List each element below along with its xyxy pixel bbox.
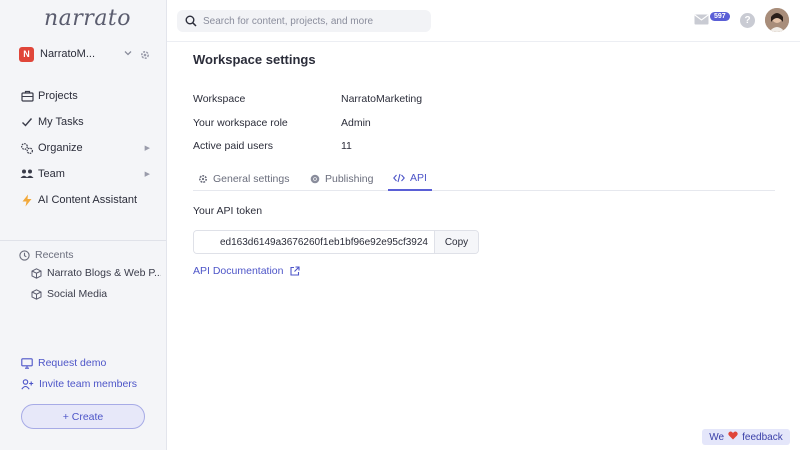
sidebar-item-label: Projects xyxy=(38,90,78,102)
heart-icon xyxy=(728,431,738,443)
gear-icon xyxy=(198,174,208,184)
info-key: Workspace xyxy=(193,93,246,105)
monitor-icon xyxy=(21,357,33,369)
info-row-role: Your workspace role Admin xyxy=(193,117,371,129)
info-row-workspace: Workspace NarratoMarketing xyxy=(193,93,422,105)
clock-icon xyxy=(19,249,30,261)
info-key: Your workspace role xyxy=(193,117,288,129)
external-link-icon xyxy=(290,266,301,276)
avatar[interactable] xyxy=(765,8,789,32)
info-value: NarratoMarketing xyxy=(341,93,423,105)
user-plus-icon xyxy=(21,378,34,390)
api-token-field: Copy xyxy=(193,230,479,254)
info-key: Active paid users xyxy=(193,140,273,152)
bolt-icon xyxy=(20,193,34,207)
mail-icon[interactable] xyxy=(694,14,709,25)
invite-team-link[interactable]: Invite team members xyxy=(21,378,137,390)
api-documentation-link[interactable]: API Documentation xyxy=(193,265,301,277)
topbar: 597 ? xyxy=(167,0,800,42)
search-icon xyxy=(185,15,197,27)
create-button[interactable]: + Create xyxy=(21,404,145,429)
workspace-badge: N xyxy=(19,46,34,62)
workspace-switcher[interactable]: N NarratoM... xyxy=(19,45,151,63)
cube-icon xyxy=(31,267,42,279)
recent-item-label: Social Media xyxy=(47,288,108,300)
gear-icon[interactable] xyxy=(139,48,151,60)
copy-button[interactable]: Copy xyxy=(434,231,478,253)
recents-title: Recents xyxy=(35,249,74,261)
api-documentation-label: API Documentation xyxy=(193,265,284,277)
sidebar: narrato N NarratoM... Projects My Tasks xyxy=(0,0,167,450)
team-icon xyxy=(20,167,34,181)
tab-publishing[interactable]: Publishing xyxy=(310,166,373,191)
code-icon xyxy=(393,173,405,183)
tab-label: API xyxy=(410,171,427,184)
sidebar-item-label: AI Content Assistant xyxy=(38,194,138,206)
help-icon[interactable]: ? xyxy=(740,13,755,28)
sidebar-item-ai-content-assistant[interactable]: AI Content Assistant xyxy=(20,187,160,213)
sidebar-item-organize[interactable]: Organize ▶ xyxy=(20,135,160,161)
feedback-suffix: feedback xyxy=(742,431,783,443)
tab-label: Publishing xyxy=(325,172,374,185)
cogs-icon xyxy=(20,141,34,155)
invite-team-label: Invite team members xyxy=(39,378,138,390)
recent-item-label: Narrato Blogs & Web P... xyxy=(47,267,161,279)
request-demo-label: Request demo xyxy=(38,357,107,369)
recent-item[interactable]: Social Media xyxy=(31,288,161,300)
page-title: Workspace settings xyxy=(193,52,316,67)
feedback-button[interactable]: We feedback xyxy=(702,429,790,445)
recent-item[interactable]: Narrato Blogs & Web P... xyxy=(31,267,161,279)
search-input[interactable] xyxy=(203,15,423,27)
sidebar-item-team[interactable]: Team ▶ xyxy=(20,161,160,187)
check-icon xyxy=(20,115,34,129)
app-logo[interactable]: narrato xyxy=(44,6,131,31)
info-value: 11 xyxy=(341,140,352,152)
info-value: Admin xyxy=(341,117,371,129)
sidebar-nav: Projects My Tasks Organize ▶ Team ▶ AI C… xyxy=(20,83,160,213)
caret-right-icon: ▶ xyxy=(144,145,150,152)
request-demo-link[interactable]: Request demo xyxy=(21,357,106,369)
sidebar-divider xyxy=(0,240,166,241)
recents-heading: Recents xyxy=(19,249,74,261)
briefcase-icon xyxy=(20,89,34,103)
settings-tabs: General settings Publishing API xyxy=(193,166,775,191)
feedback-prefix: We xyxy=(709,431,725,443)
api-token-label: Your API token xyxy=(193,205,263,217)
sidebar-item-my-tasks[interactable]: My Tasks xyxy=(20,109,160,135)
workspace-name: NarratoM... xyxy=(40,48,96,60)
chrome-icon xyxy=(310,174,320,184)
sidebar-item-projects[interactable]: Projects xyxy=(20,83,160,109)
api-token-input[interactable] xyxy=(194,231,434,253)
cube-icon xyxy=(31,288,42,300)
search-bar[interactable] xyxy=(177,10,431,32)
caret-right-icon: ▶ xyxy=(144,171,150,178)
tab-api[interactable]: API xyxy=(388,166,432,191)
info-row-paid-users: Active paid users 11 xyxy=(193,140,352,152)
tab-label: General settings xyxy=(213,172,290,185)
mail-count-badge: 597 xyxy=(710,12,730,21)
sidebar-item-label: Team xyxy=(38,168,65,180)
sidebar-item-label: Organize xyxy=(38,142,83,154)
chevron-down-icon[interactable] xyxy=(123,48,133,61)
sidebar-item-label: My Tasks xyxy=(38,116,84,128)
tab-general-settings[interactable]: General settings xyxy=(198,166,289,191)
